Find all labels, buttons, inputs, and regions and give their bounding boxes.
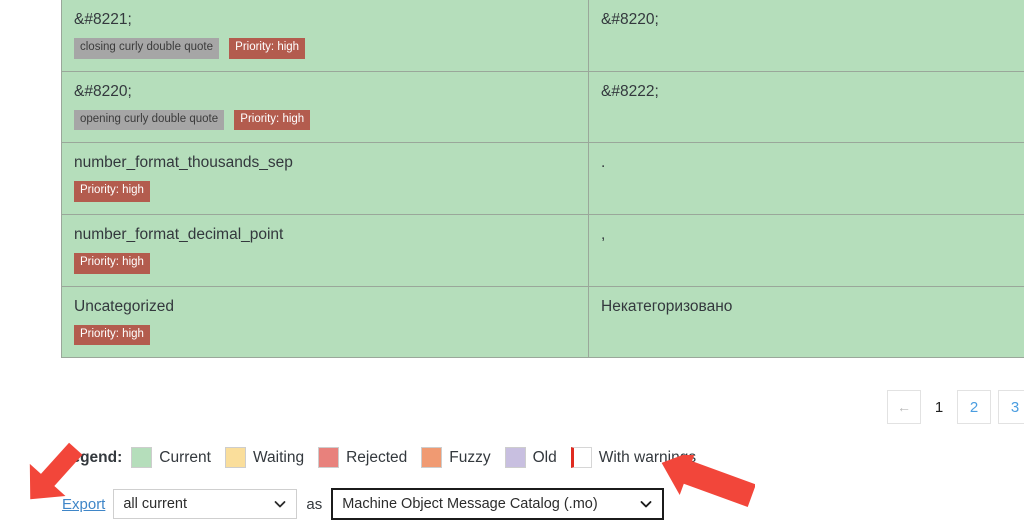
translation-table-container: &#8221; closing curly double quote Prior…	[61, 0, 1024, 359]
badge-row: Priority: high	[74, 324, 576, 346]
translation-cell[interactable]: &#8220;	[588, 0, 1024, 72]
legend-label-fuzzy: Fuzzy	[449, 448, 491, 466]
legend-title: Legend:	[62, 448, 123, 466]
legend-label-rejected: Rejected	[346, 448, 408, 466]
translation-cell[interactable]: ,	[588, 213, 1024, 287]
legend-item-current: Current	[131, 447, 211, 468]
translation-text: ,	[601, 225, 606, 243]
legend-swatch-waiting	[224, 447, 246, 468]
legend-item-fuzzy: Fuzzy	[421, 447, 491, 468]
pagination-prev-button[interactable]: ←	[887, 390, 921, 424]
source-text: number_format_decimal_point	[74, 225, 284, 243]
legend-swatch-rejected	[318, 447, 340, 468]
translation-cell[interactable]: Некатегоризовано	[588, 285, 1024, 359]
translation-text: &#8220;	[601, 11, 659, 28]
translation-text: .	[601, 154, 606, 172]
table-row[interactable]: &#8220; opening curly double quote Prior…	[61, 70, 1024, 144]
source-text: Uncategorized	[74, 297, 174, 315]
legend-swatch-current	[131, 447, 153, 468]
export-format-select[interactable]: Machine Object Message Catalog (.mo)	[331, 488, 665, 520]
legend-swatch-fuzzy	[421, 447, 443, 468]
table-body: &#8221; closing curly double quote Prior…	[61, 0, 1024, 359]
legend-item-old: Old	[504, 447, 557, 468]
tag-badge: opening curly double quote	[74, 109, 225, 131]
priority-badge: Priority: high	[229, 38, 306, 59]
legend-label-old: Old	[532, 448, 557, 466]
translation-text: Некатегоризовано	[601, 297, 733, 315]
export-scope-value: all current	[123, 496, 188, 512]
translation-table: &#8221; closing curly double quote Prior…	[61, 0, 1024, 359]
pagination-page-3-button[interactable]: 3	[998, 390, 1024, 424]
table-row[interactable]: number_format_thousands_sep Priority: hi…	[61, 142, 1024, 215]
legend-label-with-warnings: With warnings	[598, 448, 697, 466]
source-text: &#8221;	[74, 11, 132, 28]
table-row[interactable]: Uncategorized Priority: high Некатегориз…	[61, 285, 1024, 359]
export-format-value: Machine Object Message Catalog (.mo)	[342, 496, 598, 512]
legend-item-waiting: Waiting	[224, 447, 305, 468]
source-text: number_format_thousands_sep	[74, 154, 293, 172]
source-cell[interactable]: &#8221; closing curly double quote Prior…	[61, 0, 589, 72]
pagination-page-2-button[interactable]: 2	[957, 390, 991, 424]
export-scope-select[interactable]: all current	[113, 489, 298, 519]
legend-label-waiting: Waiting	[252, 448, 305, 466]
translation-cell[interactable]: &#8222;	[588, 70, 1024, 144]
badge-row: Priority: high	[74, 181, 576, 202]
export-as-label: as	[306, 495, 323, 513]
source-cell[interactable]: &#8220; opening curly double quote Prior…	[61, 70, 589, 144]
badge-row: Priority: high	[74, 253, 576, 274]
pagination-current-page: 1	[934, 398, 944, 416]
legend-item-rejected: Rejected	[318, 447, 407, 468]
chevron-down-icon	[274, 498, 286, 510]
source-cell[interactable]: number_format_decimal_point Priority: hi…	[61, 213, 589, 287]
priority-badge: Priority: high	[74, 324, 150, 346]
translation-text: &#8222;	[601, 82, 659, 100]
legend-label-current: Current	[159, 448, 211, 466]
tag-badge: closing curly double quote	[74, 38, 219, 59]
table-row[interactable]: &#8221; closing curly double quote Prior…	[61, 0, 1024, 72]
source-cell[interactable]: Uncategorized Priority: high	[61, 285, 589, 359]
badge-row: closing curly double quote Priority: hig…	[74, 38, 576, 59]
export-row: Export all current as Machine Object Mes…	[62, 488, 665, 520]
chevron-down-icon	[640, 498, 652, 510]
export-link[interactable]: Export	[62, 496, 105, 513]
translation-cell[interactable]: .	[588, 142, 1024, 215]
table-row[interactable]: number_format_decimal_point Priority: hi…	[61, 213, 1024, 287]
priority-badge: Priority: high	[74, 253, 150, 274]
priority-badge: Priority: high	[234, 109, 311, 131]
pagination: ← 1 2 3	[887, 390, 1024, 424]
source-cell[interactable]: number_format_thousands_sep Priority: hi…	[61, 142, 589, 215]
legend-swatch-with-warnings	[570, 447, 592, 468]
badge-row: opening curly double quote Priority: hig…	[74, 109, 576, 131]
legend: Legend: Current Waiting Rejected Fuzzy O…	[62, 447, 710, 468]
source-text: &#8220;	[74, 82, 132, 100]
priority-badge: Priority: high	[74, 181, 150, 202]
legend-item-with-warnings: With warnings	[570, 447, 697, 468]
legend-swatch-old	[504, 447, 526, 468]
